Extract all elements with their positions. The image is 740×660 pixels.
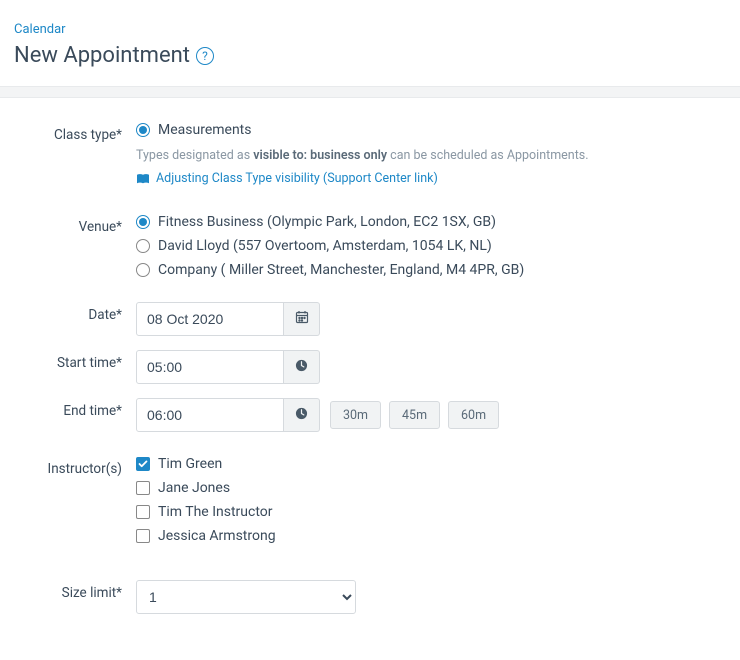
checkbox-instructor-0[interactable]	[136, 457, 150, 471]
support-link-text: Adjusting Class Type visibility (Support…	[156, 171, 438, 186]
start-time-input[interactable]	[136, 350, 284, 384]
size-limit-select[interactable]: 1	[136, 580, 356, 614]
radio-venue-2[interactable]	[136, 263, 150, 277]
breadcrumb: Calendar	[14, 22, 726, 37]
help-icon[interactable]: ?	[196, 47, 214, 65]
label-date: Date*	[14, 302, 136, 323]
radio-label-venue-2: Company ( Miller Street, Manchester, Eng…	[158, 262, 524, 278]
clock-icon	[295, 359, 308, 376]
radio-label-venue-0: Fitness Business (Olympic Park, London, …	[158, 214, 496, 230]
support-center-link[interactable]: Adjusting Class Type visibility (Support…	[136, 171, 726, 186]
label-class-type: Class type*	[14, 122, 136, 143]
radio-label-measurements: Measurements	[158, 122, 251, 138]
date-picker-button[interactable]	[284, 302, 320, 336]
class-type-helper: Types designated as visible to: business…	[136, 148, 726, 163]
checkbox-instructor-3[interactable]	[136, 529, 150, 543]
section-divider	[0, 86, 740, 98]
instructor-name-0: Tim Green	[158, 456, 222, 472]
label-start-time: Start time*	[14, 350, 136, 371]
checkbox-instructor-2[interactable]	[136, 505, 150, 519]
label-venue: Venue*	[14, 214, 136, 235]
radio-label-venue-1: David Lloyd (557 Overtoom, Amsterdam, 10…	[158, 238, 492, 254]
date-input[interactable]	[136, 302, 284, 336]
duration-60m-button[interactable]: 60m	[448, 401, 499, 429]
page-title-text: New Appointment	[14, 43, 190, 68]
calendar-icon	[295, 310, 309, 328]
clock-icon	[295, 407, 308, 424]
start-time-picker-button[interactable]	[284, 350, 320, 384]
end-time-picker-button[interactable]	[284, 398, 320, 432]
label-end-time: End time*	[14, 398, 136, 419]
radio-venue-0[interactable]	[136, 215, 150, 229]
page-title: New Appointment ?	[14, 43, 726, 68]
label-size-limit: Size limit*	[14, 580, 136, 601]
book-icon	[136, 173, 150, 185]
instructor-name-3: Jessica Armstrong	[158, 528, 276, 544]
duration-30m-button[interactable]: 30m	[330, 401, 381, 429]
radio-venue-1[interactable]	[136, 239, 150, 253]
end-time-input[interactable]	[136, 398, 284, 432]
breadcrumb-calendar-link[interactable]: Calendar	[14, 22, 66, 37]
label-instructors: Instructor(s)	[14, 456, 136, 477]
checkbox-instructor-1[interactable]	[136, 481, 150, 495]
radio-class-type-measurements[interactable]	[136, 123, 150, 137]
duration-45m-button[interactable]: 45m	[389, 401, 440, 429]
instructor-name-2: Tim The Instructor	[158, 504, 273, 520]
instructor-name-1: Jane Jones	[158, 480, 230, 496]
